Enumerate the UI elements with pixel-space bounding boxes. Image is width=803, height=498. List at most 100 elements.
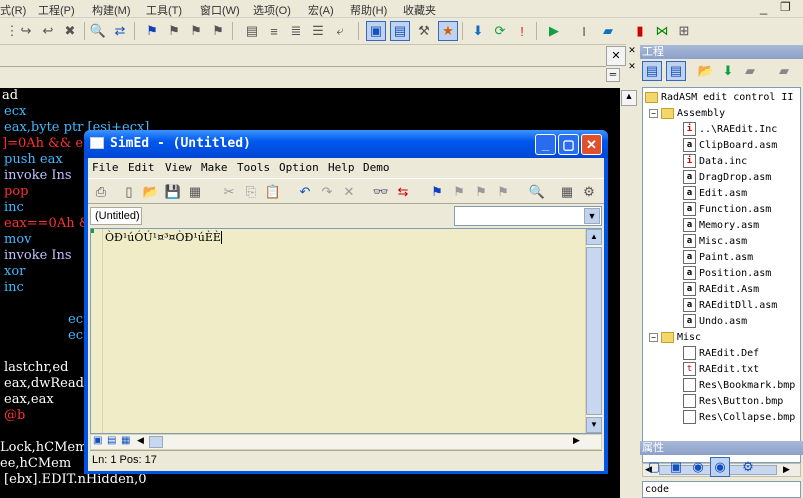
tree-file[interactable]: a Misc.asm — [683, 234, 747, 248]
editor-scrollbar[interactable]: ▲ — [620, 88, 638, 498]
menu-edit[interactable]: Edit — [128, 161, 155, 174]
bookmark-next-icon[interactable]: ⚑ — [164, 21, 184, 41]
menu-option[interactable]: Option — [279, 161, 319, 174]
menu-help[interactable]: Help — [328, 161, 355, 174]
scroll-up-icon[interactable]: ▲ — [621, 90, 637, 106]
tree-file[interactable]: Res\Collapse.bmp — [683, 410, 795, 424]
uncomment-icon[interactable]: ≣ — [286, 21, 306, 41]
block-mode-icon[interactable]: ▤ — [242, 21, 262, 41]
find-icon[interactable]: 🔍 — [88, 21, 108, 41]
scroll-thumb[interactable] — [586, 247, 602, 415]
tree-file[interactable]: a RAEditDll.asm — [683, 298, 777, 312]
add-file-icon[interactable]: ⬇ — [718, 61, 738, 81]
tree-file[interactable]: RAEdit.Def — [683, 346, 759, 360]
scroll-left-icon[interactable]: ◀ — [137, 435, 144, 446]
open-folder-icon[interactable]: 📂 — [696, 61, 716, 81]
open-file-icon[interactable]: 📂 — [140, 181, 162, 203]
bookmark-prev-icon[interactable]: ⚑ — [186, 21, 206, 41]
tree-root[interactable]: RadASM edit control II — [645, 90, 793, 104]
tree-file[interactable]: Res\Button.bmp — [683, 394, 783, 408]
menu-file[interactable]: File — [92, 161, 119, 174]
bookmark-clear-icon[interactable]: ⚑ — [208, 21, 228, 41]
text-cursor-icon[interactable]: I — [574, 21, 594, 41]
view-icon[interactable]: ▣ — [93, 435, 102, 446]
tree-file[interactable]: a Position.asm — [683, 266, 771, 280]
linenumbers-icon[interactable]: ▦ — [121, 435, 130, 446]
undo-icon[interactable]: ↶ — [294, 181, 316, 203]
bookmark-toggle-icon[interactable]: ⚑ — [142, 21, 162, 41]
prop-view2-icon[interactable]: ▣ — [666, 457, 686, 477]
project-tree[interactable]: RadASM edit control II − Assembly i ..\RA… — [642, 87, 801, 463]
align-icon[interactable]: ☰ — [308, 21, 328, 41]
project-options-icon[interactable]: ▰ — [774, 61, 794, 81]
debug-icon[interactable]: ▶ — [544, 21, 564, 41]
prop-view3-icon[interactable]: ◉ — [688, 457, 708, 477]
output-window-icon[interactable]: ▣ — [366, 21, 386, 41]
copy-icon[interactable]: ⎘ — [240, 181, 262, 203]
delete-icon[interactable]: ✕ — [338, 181, 360, 203]
tree-folder-misc[interactable]: − Misc — [649, 330, 701, 344]
scroll-right-icon[interactable]: ▶ — [783, 464, 790, 475]
redo-icon[interactable]: ↷ — [316, 181, 338, 203]
scroll-right-icon[interactable]: ▶ — [573, 435, 580, 446]
tree-file[interactable]: a Function.asm — [683, 202, 771, 216]
document-editor[interactable]: ÒÐ¹úÓÚ¹¤³¤ÒÐ¹úÈÈ ▲ ▼ — [90, 228, 602, 434]
menu-tools[interactable]: 工具(T) — [146, 2, 182, 18]
bookmark-toggle-icon[interactable]: ⚑ — [426, 181, 448, 203]
outdent-icon[interactable]: ↩ — [38, 21, 58, 41]
prop-view4-icon[interactable]: ◉ — [710, 457, 730, 477]
project-window-icon[interactable]: ▤ — [390, 21, 410, 41]
tools-icon[interactable]: ⚙ — [578, 181, 600, 203]
save-all-icon[interactable]: ▦ — [184, 181, 206, 203]
paste-icon[interactable]: 📋 — [262, 181, 284, 203]
tree-file[interactable]: i Data.inc — [683, 154, 747, 168]
close-icon[interactable]: ✕ — [626, 45, 638, 59]
tree-file[interactable]: a Paint.asm — [683, 250, 753, 264]
wrap-icon[interactable]: ⤶ — [330, 21, 350, 41]
replace-icon[interactable]: ⇄ — [110, 21, 130, 41]
tree-file[interactable]: a DragDrop.asm — [683, 170, 771, 184]
close-icon[interactable]: ✕ — [606, 46, 626, 66]
cut-icon[interactable]: ✂ — [218, 181, 240, 203]
properties-window-icon[interactable]: ★ — [438, 21, 458, 41]
bookmark-prev-icon[interactable]: ⚑ — [470, 181, 492, 203]
doc-vscroll[interactable]: ▲ ▼ — [585, 229, 602, 433]
graph-icon[interactable]: ⋈ — [652, 21, 672, 41]
procedure-dropdown[interactable]: ▼ — [454, 206, 602, 226]
calculator-icon[interactable]: ▦ — [556, 181, 578, 203]
color-palette-icon[interactable]: ▮ — [630, 21, 650, 41]
chevron-down-icon[interactable]: ▼ — [584, 208, 600, 224]
help-book-icon[interactable]: ▰ — [598, 21, 618, 41]
comment-icon[interactable]: ≡ — [264, 21, 284, 41]
menu-make[interactable]: Make — [201, 161, 228, 174]
menu-favorites[interactable]: 收藏夹 — [403, 2, 436, 18]
minimize-button[interactable]: _ — [535, 134, 556, 155]
tree-file[interactable]: a Edit.asm — [683, 186, 747, 200]
bookmark-clear-icon[interactable]: ⚑ — [492, 181, 514, 203]
menu-options[interactable]: 选项(O) — [253, 2, 291, 18]
go-icon[interactable]: ⟳ — [490, 21, 510, 41]
tools-icon[interactable]: ⚒ — [414, 21, 434, 41]
tree-file[interactable]: i ..\RAEdit.Inc — [683, 122, 777, 136]
menu-tools[interactable]: Tools — [237, 161, 270, 174]
tree-file[interactable]: t RAEdit.txt — [683, 362, 759, 376]
close-icon[interactable]: ✕ — [626, 61, 638, 75]
tab-untitled[interactable]: (Untitled) — [90, 207, 142, 225]
delete-icon[interactable]: ✖ — [60, 21, 80, 41]
tree-file[interactable]: a ClipBoard.asm — [683, 138, 777, 152]
menu-help[interactable]: 帮助(H) — [350, 2, 387, 18]
find-icon[interactable]: 👓 — [370, 181, 392, 203]
collapse-icon[interactable]: − — [649, 108, 658, 118]
menu-view[interactable]: View — [165, 161, 192, 174]
tree-file[interactable]: a RAEdit.Asm — [683, 282, 759, 296]
preview-icon[interactable]: 🔍 — [526, 181, 548, 203]
minimize-icon[interactable]: _ — [760, 0, 767, 15]
properties-value[interactable]: code — [642, 481, 801, 498]
menu-project[interactable]: 工程(P) — [38, 2, 75, 18]
indent-icon[interactable]: ↪ — [16, 21, 36, 41]
split-icon[interactable]: ═ — [606, 68, 620, 82]
scroll-down-icon[interactable]: ▼ — [586, 417, 602, 433]
scroll-up-icon[interactable]: ▲ — [586, 229, 602, 245]
prop-refresh-icon[interactable]: ⚙ — [738, 457, 758, 477]
remove-file-icon[interactable]: ▰ — [740, 61, 760, 81]
